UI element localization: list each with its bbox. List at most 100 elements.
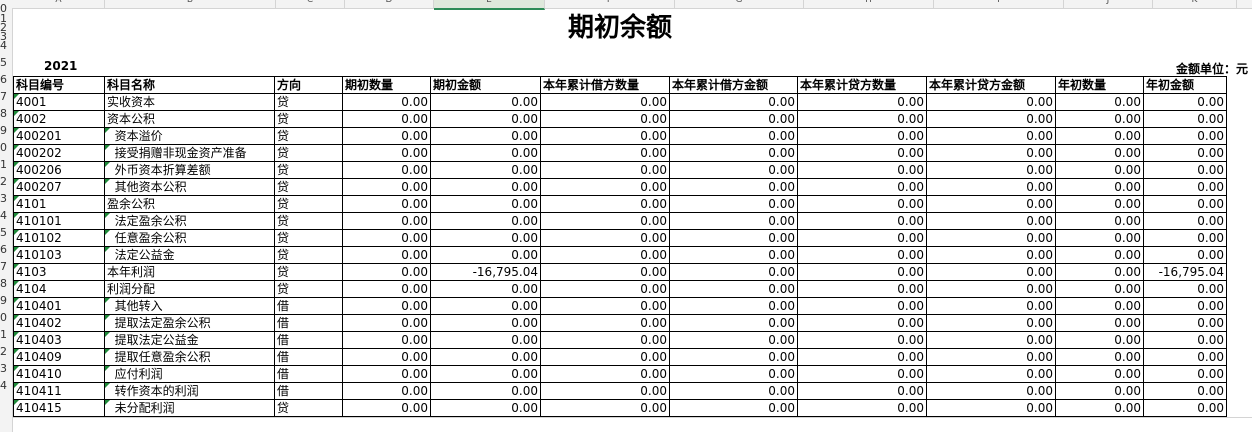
amount-cell[interactable]: 0.00 bbox=[926, 110, 1056, 128]
amount-cell[interactable]: 0.00 bbox=[342, 314, 431, 332]
account-name-cell[interactable]: 盈余公积 bbox=[104, 195, 275, 213]
amount-cell[interactable]: 0.00 bbox=[430, 144, 541, 162]
direction-cell[interactable]: 借 bbox=[274, 331, 343, 349]
amount-cell[interactable]: 0.00 bbox=[1143, 229, 1227, 247]
amount-cell[interactable]: 0.00 bbox=[797, 280, 927, 298]
amount-cell[interactable]: 0.00 bbox=[1143, 127, 1227, 145]
amount-cell[interactable]: 0.00 bbox=[926, 178, 1056, 196]
empty-row-area[interactable] bbox=[13, 417, 1252, 433]
amount-cell[interactable]: 0.00 bbox=[540, 297, 670, 315]
amount-cell[interactable]: 0.00 bbox=[669, 161, 798, 179]
row-number[interactable]: 2 bbox=[0, 175, 12, 188]
amount-cell[interactable]: 0.00 bbox=[342, 348, 431, 366]
amount-cell[interactable]: 0.00 bbox=[1143, 331, 1227, 349]
amount-cell[interactable]: 0.00 bbox=[342, 178, 431, 196]
account-name-cell[interactable]: 转作资本的利润 bbox=[104, 382, 275, 400]
amount-cell[interactable]: 0.00 bbox=[540, 331, 670, 349]
amount-cell[interactable]: 0.00 bbox=[669, 144, 798, 162]
amount-cell[interactable]: 0.00 bbox=[926, 399, 1056, 417]
amount-cell[interactable]: 0.00 bbox=[540, 399, 670, 417]
amount-cell[interactable]: 0.00 bbox=[669, 93, 798, 111]
direction-cell[interactable]: 贷 bbox=[274, 212, 343, 230]
account-code-cell[interactable]: 4002 bbox=[13, 110, 105, 128]
direction-cell[interactable]: 借 bbox=[274, 365, 343, 383]
amount-cell[interactable]: 0.00 bbox=[1055, 399, 1144, 417]
amount-cell[interactable]: 0.00 bbox=[797, 229, 927, 247]
header-cell[interactable]: 本年累计借方金额 bbox=[669, 76, 798, 94]
amount-cell[interactable]: 0.00 bbox=[669, 331, 798, 349]
amount-cell[interactable]: 0.00 bbox=[540, 382, 670, 400]
amount-cell[interactable]: 0.00 bbox=[1055, 127, 1144, 145]
row-number[interactable]: 9 bbox=[0, 124, 12, 137]
account-name-cell[interactable]: 外币资本折算差额 bbox=[104, 161, 275, 179]
account-code-cell[interactable]: 4101 bbox=[13, 195, 105, 213]
direction-cell[interactable]: 贷 bbox=[274, 229, 343, 247]
amount-cell[interactable]: 0.00 bbox=[926, 263, 1056, 281]
amount-cell[interactable]: 0.00 bbox=[669, 382, 798, 400]
direction-cell[interactable]: 贷 bbox=[274, 161, 343, 179]
direction-cell[interactable]: 借 bbox=[274, 314, 343, 332]
row-number[interactable]: 0 bbox=[0, 141, 12, 154]
amount-cell[interactable]: 0.00 bbox=[1055, 246, 1144, 264]
amount-cell[interactable]: 0.00 bbox=[342, 365, 431, 383]
amount-cell[interactable]: 0.00 bbox=[430, 246, 541, 264]
amount-cell[interactable]: 0.00 bbox=[430, 365, 541, 383]
amount-cell[interactable]: 0.00 bbox=[1055, 178, 1144, 196]
amount-cell[interactable]: 0.00 bbox=[669, 229, 798, 247]
direction-cell[interactable]: 贷 bbox=[274, 246, 343, 264]
amount-cell[interactable]: 0.00 bbox=[926, 365, 1056, 383]
amount-cell[interactable]: 0.00 bbox=[1143, 314, 1227, 332]
account-code-cell[interactable]: 400202 bbox=[13, 144, 105, 162]
amount-cell[interactable]: 0.00 bbox=[1055, 280, 1144, 298]
amount-cell[interactable]: 0.00 bbox=[1143, 280, 1227, 298]
amount-cell[interactable]: 0.00 bbox=[1055, 365, 1144, 383]
header-cell[interactable]: 科目编号 bbox=[13, 76, 105, 94]
amount-cell[interactable]: 0.00 bbox=[1143, 161, 1227, 179]
amount-cell[interactable]: 0.00 bbox=[430, 348, 541, 366]
column-header-c[interactable]: C bbox=[276, 0, 345, 8]
column-header-k[interactable]: K bbox=[1153, 0, 1237, 8]
account-name-cell[interactable]: 其他资本公积 bbox=[104, 178, 275, 196]
account-code-cell[interactable]: 410410 bbox=[13, 365, 105, 383]
column-header-i[interactable]: I bbox=[934, 0, 1064, 8]
amount-cell[interactable]: 0.00 bbox=[1143, 348, 1227, 366]
amount-cell[interactable]: 0.00 bbox=[342, 212, 431, 230]
row-number[interactable]: 3 bbox=[0, 192, 12, 205]
amount-cell[interactable]: 0.00 bbox=[540, 280, 670, 298]
amount-cell[interactable]: 0.00 bbox=[1055, 348, 1144, 366]
amount-cell[interactable]: 0.00 bbox=[1143, 399, 1227, 417]
amount-cell[interactable]: 0.00 bbox=[540, 229, 670, 247]
amount-cell[interactable]: 0.00 bbox=[1143, 297, 1227, 315]
row-number[interactable]: 7 bbox=[0, 260, 12, 273]
amount-cell[interactable]: 0.00 bbox=[1055, 331, 1144, 349]
header-cell[interactable]: 期初金额 bbox=[430, 76, 541, 94]
account-code-cell[interactable]: 4001 bbox=[13, 93, 105, 111]
amount-cell[interactable]: 0.00 bbox=[669, 195, 798, 213]
account-name-cell[interactable]: 接受捐赠非现金资产准备 bbox=[104, 144, 275, 162]
amount-cell[interactable]: 0.00 bbox=[926, 229, 1056, 247]
amount-cell[interactable]: 0.00 bbox=[342, 382, 431, 400]
column-header-d[interactable]: D bbox=[345, 0, 434, 8]
amount-cell[interactable]: 0.00 bbox=[430, 127, 541, 145]
amount-cell[interactable]: 0.00 bbox=[797, 110, 927, 128]
amount-cell[interactable]: 0.00 bbox=[669, 399, 798, 417]
amount-cell[interactable]: 0.00 bbox=[669, 212, 798, 230]
amount-cell[interactable]: 0.00 bbox=[540, 314, 670, 332]
amount-cell[interactable]: 0.00 bbox=[797, 382, 927, 400]
amount-cell[interactable]: 0.00 bbox=[342, 399, 431, 417]
header-cell[interactable]: 方向 bbox=[274, 76, 343, 94]
amount-cell[interactable]: 0.00 bbox=[926, 331, 1056, 349]
account-code-cell[interactable]: 410402 bbox=[13, 314, 105, 332]
year-cell[interactable]: 2021 bbox=[44, 59, 77, 73]
row-number[interactable]: 8 bbox=[0, 107, 12, 120]
amount-cell[interactable]: 0.00 bbox=[669, 314, 798, 332]
amount-cell[interactable]: 0.00 bbox=[797, 246, 927, 264]
account-name-cell[interactable]: 提取法定盈余公积 bbox=[104, 314, 275, 332]
row-number[interactable]: 8 bbox=[0, 277, 12, 290]
account-code-cell[interactable]: 410401 bbox=[13, 297, 105, 315]
row-number[interactable]: 7 bbox=[0, 90, 12, 103]
header-cell[interactable]: 本年累计贷方金额 bbox=[926, 76, 1056, 94]
amount-cell[interactable]: 0.00 bbox=[669, 110, 798, 128]
amount-cell[interactable]: 0.00 bbox=[540, 144, 670, 162]
account-name-cell[interactable]: 实收资本 bbox=[104, 93, 275, 111]
